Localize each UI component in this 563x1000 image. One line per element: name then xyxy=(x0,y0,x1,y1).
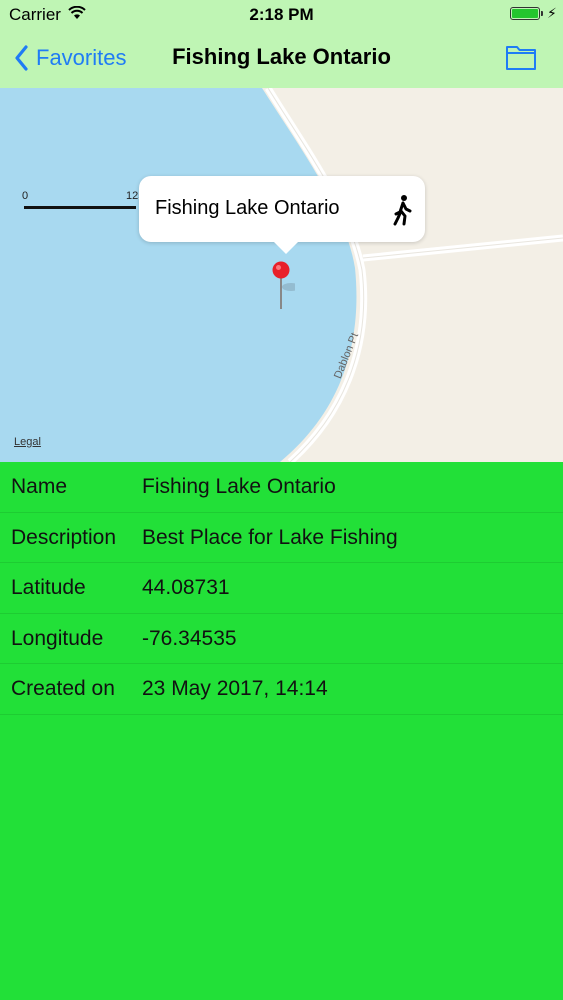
callout-title: Fishing Lake Ontario xyxy=(155,197,340,219)
detail-label: Longitude xyxy=(11,626,104,650)
map-callout[interactable]: Fishing Lake Ontario xyxy=(139,176,425,254)
detail-value: Fishing Lake Ontario xyxy=(142,475,336,498)
detail-value: 23 May 2017, 14:14 xyxy=(142,677,328,701)
navigation-bar: Favorites Fishing Lake Ontario xyxy=(0,30,563,88)
detail-label: Description xyxy=(11,525,117,549)
scale-bar xyxy=(24,206,136,209)
detail-label: Created on xyxy=(11,677,115,701)
detail-value: -76.34535 xyxy=(142,626,237,650)
legal-link[interactable]: Legal xyxy=(14,436,41,448)
details-list: Name Fishing Lake Ontario Description Be… xyxy=(0,462,563,715)
detail-label: Latitude xyxy=(11,576,86,600)
detail-row-longitude: Longitude -76.34535 xyxy=(0,614,563,665)
map-pin-icon[interactable] xyxy=(271,261,295,313)
detail-row-latitude: Latitude 44.08731 xyxy=(0,563,563,614)
top-bar: Carrier 2:18 PM ⚡ Favorites Fishing Lake… xyxy=(0,0,563,89)
battery-cap xyxy=(541,11,543,16)
folder-icon[interactable] xyxy=(505,43,537,71)
page-title: Fishing Lake Ontario xyxy=(172,44,391,69)
scale-zero-label: 0 xyxy=(22,190,29,202)
charging-bolt-icon: ⚡ xyxy=(547,5,557,21)
status-time: 2:18 PM xyxy=(249,5,314,24)
detail-row-description: Description Best Place for Lake Fishing xyxy=(0,513,563,564)
walking-person-icon[interactable] xyxy=(391,194,415,226)
map-view[interactable]: 0 125 m Fishing Lake Ontario Dablon Pt L… xyxy=(0,88,563,462)
detail-value: Best Place for Lake Fishing xyxy=(142,525,398,549)
status-bar: Carrier 2:18 PM ⚡ xyxy=(0,0,563,30)
detail-label: Name xyxy=(11,475,68,498)
battery-icon xyxy=(510,7,540,20)
detail-value: 44.08731 xyxy=(142,576,230,600)
detail-row-name: Name Fishing Lake Ontario xyxy=(0,462,563,513)
detail-row-created-on: Created on 23 May 2017, 14:14 xyxy=(0,664,563,715)
